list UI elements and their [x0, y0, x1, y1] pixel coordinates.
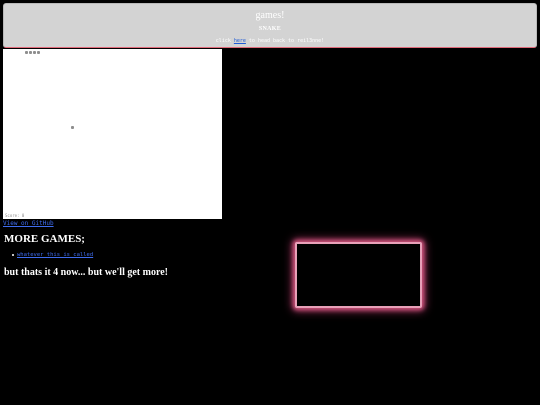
footer-note: but thats it 4 now... but we'll get more…	[4, 267, 168, 278]
snake-head	[37, 51, 40, 54]
more-games-list: whatever this is called	[12, 252, 93, 258]
more-games-heading: MORE GAMES;	[4, 233, 85, 245]
score-display: Score: 0	[5, 213, 25, 218]
game-title: SNAKE	[258, 26, 282, 32]
bullet-icon	[12, 253, 14, 256]
github-link[interactable]: View on GitHub	[3, 220, 54, 227]
back-prefix: click	[215, 38, 234, 44]
back-link[interactable]: here	[234, 38, 246, 44]
food-pellet	[71, 126, 74, 129]
page-title: games!	[255, 10, 285, 21]
header-banner: games! SNAKE click here to head back to …	[3, 3, 537, 48]
snake-segment	[33, 51, 36, 54]
snake-game-canvas[interactable]: Score: 0	[3, 49, 222, 219]
snake-segment	[29, 51, 32, 54]
glowing-frame	[295, 242, 422, 308]
back-message: click here to head back to reil3nne!	[4, 38, 536, 44]
snake-segment	[25, 51, 28, 54]
list-item: whatever this is called	[12, 252, 93, 258]
page: games! SNAKE click here to head back to …	[0, 0, 540, 405]
game-link[interactable]: whatever this is called	[17, 252, 93, 258]
back-suffix: to head back to reil3nne!	[245, 38, 325, 44]
